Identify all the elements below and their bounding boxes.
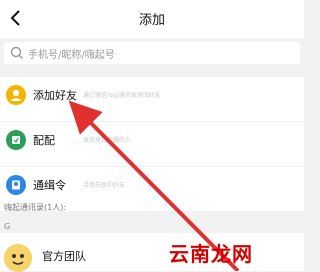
search-icon [10, 46, 24, 60]
contacts-group-letter: G [4, 222, 11, 231]
search-placeholder: 手机号/昵称/嗨起号 [28, 50, 115, 61]
search-input[interactable]: 手机号/昵称/嗨起号 [4, 42, 300, 64]
contacts-section-title: 嗨起通讯录(1人): [4, 203, 67, 212]
add-friend-subtitle: 通过微信/qq/通讯录添加好友 [83, 92, 161, 99]
add-options-list: 添加好友 通过微信/qq/通讯录添加好友 配配 发现身边有趣的人 通缉令 寻找失… [0, 77, 304, 211]
contact-row[interactable]: 官方团队 [0, 233, 304, 272]
match-icon [6, 130, 26, 150]
wanted-label: 通缉令 [33, 179, 66, 192]
row-add-friend[interactable]: 添加好友 通过微信/qq/通讯录添加好友 [0, 77, 304, 122]
contact-name: 官方团队 [42, 250, 86, 263]
match-subtitle: 发现身边有趣的人 [83, 137, 132, 144]
avatar [4, 244, 32, 272]
page-title: 添加 [138, 13, 165, 28]
add-friend-label: 添加好友 [33, 89, 77, 102]
wanted-subtitle: 寻找失联的好友 [83, 182, 126, 189]
add-friend-icon [6, 85, 26, 105]
top-bar: 添加 [0, 0, 304, 38]
watermark: 云南龙网 [169, 242, 253, 266]
match-label: 配配 [33, 134, 55, 147]
wanted-icon [6, 175, 26, 195]
row-match[interactable]: 配配 发现身边有趣的人 [0, 122, 304, 167]
